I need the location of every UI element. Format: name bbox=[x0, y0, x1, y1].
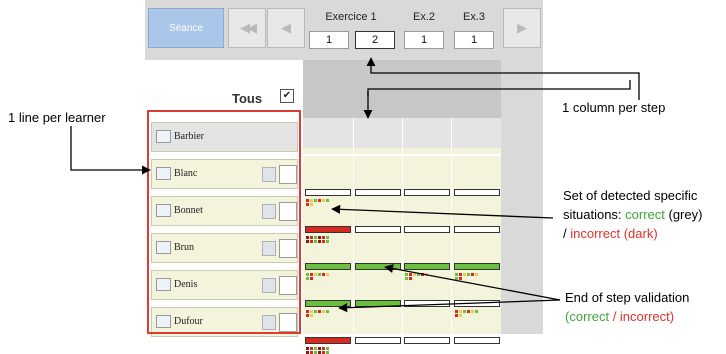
situations-correct: correct bbox=[625, 207, 665, 222]
validation-close: ) bbox=[669, 309, 675, 324]
validation-correct: correct bbox=[569, 309, 610, 324]
situations-text-line2: situations: correct (grey) bbox=[563, 205, 702, 224]
step-validation-bar[interactable] bbox=[305, 337, 351, 344]
step-validation-bar[interactable] bbox=[454, 337, 500, 344]
situation-marker bbox=[314, 347, 317, 350]
step-validation-bar[interactable] bbox=[404, 337, 450, 344]
situation-marker bbox=[310, 347, 313, 350]
validation-incorrect: incorrect bbox=[619, 309, 670, 324]
learner-arrow bbox=[70, 126, 151, 175]
situation-marker bbox=[318, 347, 321, 350]
annotation-line-per-learner: 1 line per learner bbox=[8, 110, 106, 125]
annotation-column-per-step: 1 column per step bbox=[562, 100, 666, 115]
situations-incorrect: incorrect (dark) bbox=[570, 226, 658, 241]
situation-marker bbox=[306, 347, 309, 350]
validation-text-line1: End of step validation bbox=[565, 290, 690, 305]
situations-correct-suffix: (grey) bbox=[664, 207, 703, 222]
situation-marker bbox=[322, 347, 325, 350]
validation-arrows bbox=[338, 264, 561, 313]
situation-marker bbox=[326, 347, 329, 350]
step-validation-bar[interactable] bbox=[355, 337, 401, 344]
validation-text-line2: (correct / incorrect) bbox=[565, 307, 689, 326]
annotation-arrows bbox=[70, 57, 640, 313]
annotation-situations: Set of detected specific situations: cor… bbox=[563, 186, 702, 243]
situations-text-line1: Set of detected specific bbox=[563, 188, 698, 203]
annotation-validation: End of step validation (correct / incorr… bbox=[565, 288, 689, 326]
situations-prefix: situations: bbox=[563, 207, 626, 222]
validation-sep: / bbox=[609, 309, 620, 324]
situations-arrow bbox=[331, 204, 554, 219]
situations-text-line3: / incorrect (dark) bbox=[563, 224, 702, 243]
